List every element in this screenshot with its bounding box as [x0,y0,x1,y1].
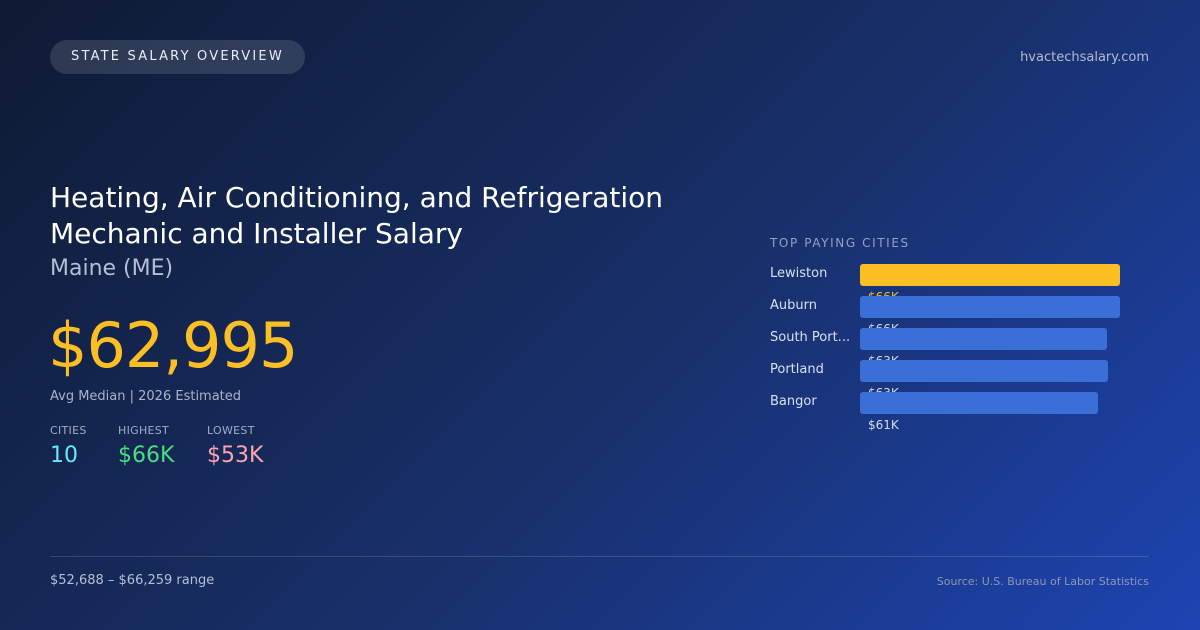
city-bar-track: $66K [860,264,1120,304]
city-name: Auburn [770,298,817,313]
city-bar-track: $66K [860,296,1120,336]
city-salary-bar [860,264,1120,286]
city-row: Bangor $61K [770,392,1160,432]
stat-highest: HIGHEST $66K [118,424,174,468]
state-name: Maine (ME) [50,256,174,281]
city-salary-value: $61K [868,418,899,432]
median-salary: $62,995 [48,309,298,382]
site-name: hvactechsalary.com [1020,50,1149,65]
stat-highest-value: $66K [118,443,175,468]
stat-highest-label: HIGHEST [118,424,170,437]
city-row: Auburn $66K [770,296,1160,336]
stat-cities-label: CITIES [50,424,87,437]
page-title: Heating, Air Conditioning, and Refrigera… [50,180,730,252]
salary-range: $52,688 – $66,259 range [50,573,215,588]
city-salary-bar [860,360,1108,382]
city-row: Lewiston $66K [770,264,1160,304]
city-bar-track: $63K [860,360,1120,400]
top-cities-panel: TOP PAYING CITIES Lewiston $66K Auburn $66K… [770,236,1160,432]
salary-note: Avg Median | 2026 Estimated [50,389,242,404]
title-line-1: Heating, Air Conditioning, and Refrigera… [50,181,664,214]
stat-lowest-label: LOWEST [207,424,255,437]
city-name: South Port... [770,330,850,345]
footer-divider [50,556,1149,557]
city-salary-bar [860,392,1098,414]
stat-lowest-value: $53K [207,443,264,468]
page-badge: STATE SALARY OVERVIEW [50,40,305,74]
city-row: South Port... $63K [770,328,1160,368]
stat-cities-value: 10 [50,443,78,468]
stat-lowest: LOWEST $53K [207,424,263,468]
stat-cities: CITIES 10 [50,424,87,468]
city-salary-bar [860,328,1107,350]
city-name: Lewiston [770,266,828,281]
city-salary-bar [860,296,1120,318]
top-cities-heading: TOP PAYING CITIES [770,236,910,250]
city-name: Portland [770,362,824,377]
title-line-2: Mechanic and Installer Salary [50,217,463,250]
city-bar-track: $63K [860,328,1120,368]
city-bar-track: $61K [860,392,1120,432]
city-bar-list: Lewiston$66KAuburn$66KSouth Port...$63KP… [770,264,1160,432]
data-source: Source: U.S. Bureau of Labor Statistics [936,575,1149,588]
city-row: Portland $63K [770,360,1160,400]
city-name: Bangor [770,394,817,409]
